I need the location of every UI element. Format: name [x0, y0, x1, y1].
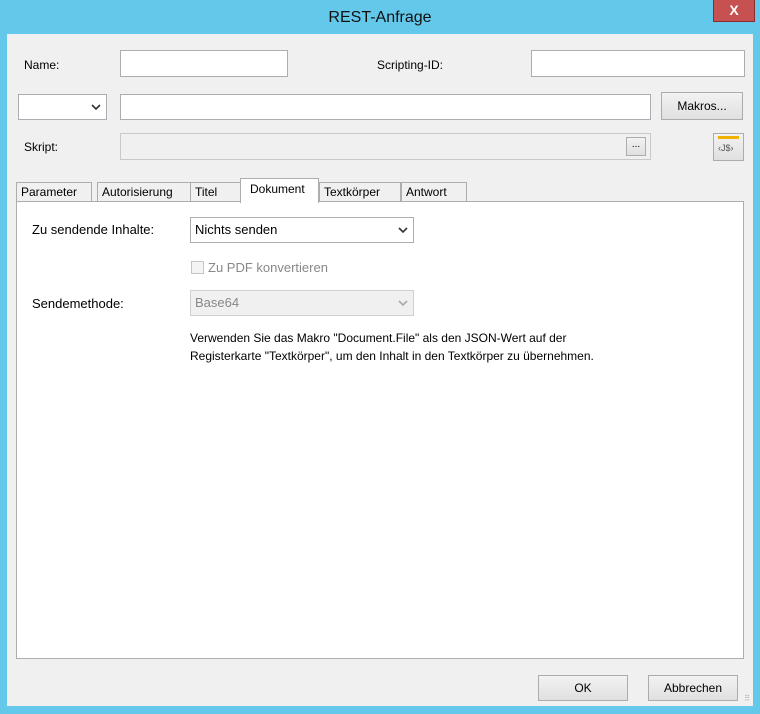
info-text-line2: Registerkarte "Textkörper", um den Inhal…: [190, 349, 594, 363]
javascript-icon: ‹J$›: [718, 136, 739, 157]
tab-autorisierung[interactable]: Autorisierung: [97, 182, 192, 202]
skript-input[interactable]: ...: [120, 133, 651, 160]
js-icon-text: ‹J$›: [718, 143, 734, 153]
scripting-id-label: Scripting-ID:: [377, 58, 444, 72]
window-title: REST-Anfrage: [328, 9, 432, 26]
makros-button[interactable]: Makros...: [661, 92, 743, 120]
tab-dokument[interactable]: Dokument: [240, 178, 319, 203]
send-method-select[interactable]: Base64: [190, 290, 414, 316]
send-method-label: Sendemethode:: [32, 296, 124, 311]
name-input[interactable]: [120, 50, 288, 77]
dialog-client: Name: Scripting-ID: Makros... Skript: ..…: [7, 34, 753, 706]
cancel-button[interactable]: Abbrechen: [648, 675, 738, 701]
name-label: Name:: [24, 58, 60, 72]
js-editor-button[interactable]: ‹J$›: [713, 133, 744, 161]
tab-parameter[interactable]: Parameter: [16, 182, 92, 202]
pdf-checkbox[interactable]: [191, 261, 204, 274]
url-input[interactable]: [120, 94, 651, 120]
title-bar: REST-Anfrage X: [0, 0, 760, 34]
close-button[interactable]: X: [713, 0, 755, 22]
skript-label: Skript:: [24, 140, 59, 154]
tab-antwort[interactable]: Antwort: [401, 182, 467, 202]
content-select-value: Nichts senden: [195, 222, 278, 237]
ok-button[interactable]: OK: [538, 675, 628, 701]
dokument-panel: Zu sendende Inhalte: Nichts senden Zu PD…: [16, 201, 744, 659]
http-method-select[interactable]: [18, 94, 107, 120]
info-text-line1: Verwenden Sie das Makro "Document.File" …: [190, 331, 567, 345]
chevron-down-icon: [398, 293, 408, 314]
scripting-id-input[interactable]: [531, 50, 745, 77]
content-label: Zu sendende Inhalte:: [32, 222, 155, 237]
browse-button[interactable]: ...: [626, 137, 646, 156]
content-select[interactable]: Nichts senden: [190, 217, 414, 243]
chevron-down-icon: [398, 220, 408, 241]
resize-grip-icon[interactable]: ⠿: [744, 694, 750, 703]
tab-textkoerper[interactable]: Textkörper: [319, 182, 401, 202]
tab-titel[interactable]: Titel: [190, 182, 241, 202]
pdf-checkbox-label: Zu PDF konvertieren: [208, 260, 328, 275]
chevron-down-icon: [91, 97, 101, 118]
send-method-value: Base64: [195, 295, 240, 310]
